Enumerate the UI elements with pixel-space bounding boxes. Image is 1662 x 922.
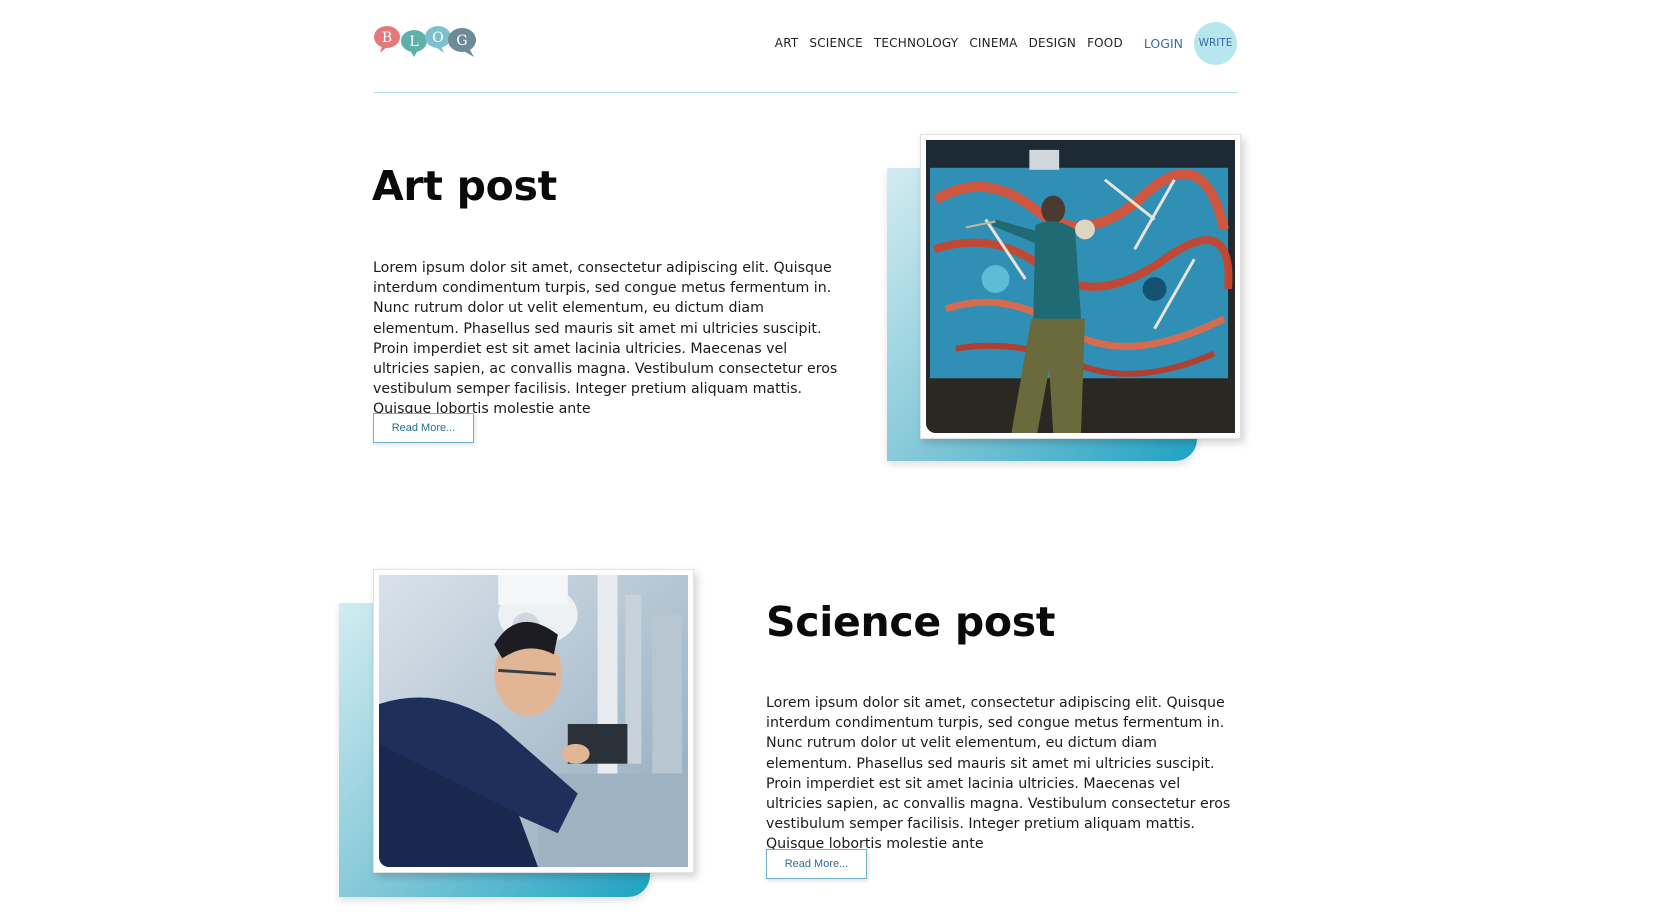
nav-item-cinema[interactable]: CINEMA xyxy=(969,36,1017,50)
post-image-frame[interactable] xyxy=(920,134,1241,439)
logo-letter: L xyxy=(409,34,418,50)
nav-item-design[interactable]: DESIGN xyxy=(1029,36,1076,50)
logo-letter: G xyxy=(456,33,467,49)
post-excerpt: Lorem ipsum dolor sit amet, consectetur … xyxy=(373,260,838,418)
blog-logo[interactable]: B L O G xyxy=(374,22,478,58)
site-header: B L O G ART SCIENCE TECHNOLOGY CINEMA DE… xyxy=(374,0,1237,93)
nav-item-technology[interactable]: TECHNOLOGY xyxy=(874,36,958,50)
logo-letter: O xyxy=(432,30,443,46)
post-excerpt: Lorem ipsum dolor sit amet, consectetur … xyxy=(766,695,1231,853)
login-link[interactable]: LOGIN xyxy=(1144,36,1183,51)
post-title[interactable]: Art post xyxy=(372,162,557,210)
scientist-with-microscope-image xyxy=(379,575,688,867)
write-button[interactable]: WRITE xyxy=(1194,21,1237,65)
nav-item-food[interactable]: FOOD xyxy=(1087,36,1123,50)
nav-item-science[interactable]: SCIENCE xyxy=(809,36,862,50)
main-nav: ART SCIENCE TECHNOLOGY CINEMA DESIGN FOO… xyxy=(775,20,1237,66)
logo-letter: B xyxy=(382,30,392,46)
post-image-frame[interactable] xyxy=(373,569,694,873)
painter-at-canvas-image xyxy=(926,140,1235,433)
read-more-button[interactable]: Read More... xyxy=(766,849,867,879)
post-title[interactable]: Science post xyxy=(766,598,1055,646)
nav-item-art[interactable]: ART xyxy=(775,36,799,50)
read-more-button[interactable]: Read More... xyxy=(373,413,474,443)
